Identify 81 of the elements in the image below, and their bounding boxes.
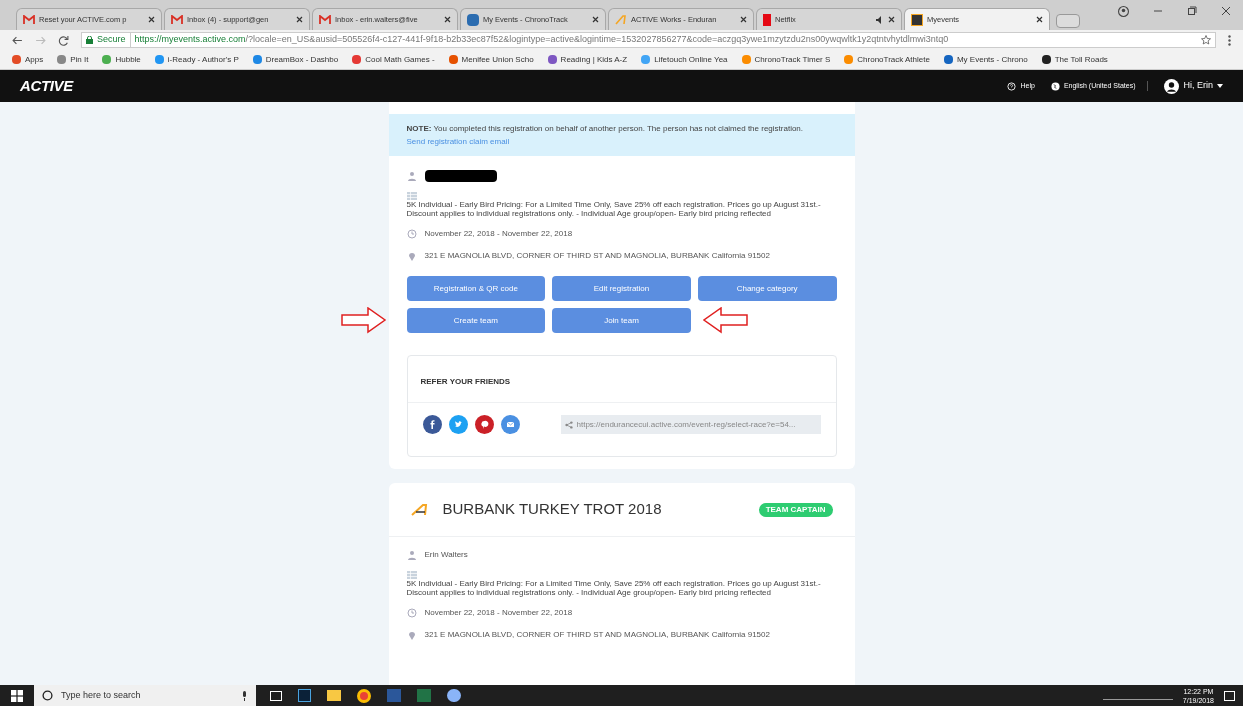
bookmark-item[interactable]: i-Ready - Author's P bbox=[154, 53, 239, 66]
secure-label: Secure bbox=[97, 33, 131, 47]
close-icon[interactable] bbox=[444, 16, 451, 23]
lightroom-icon[interactable] bbox=[298, 689, 311, 702]
note-text: NOTE: You completed this registration on behalf of another person. The person has not claimed the registration. Send registration claim email bbox=[406, 123, 805, 148]
list-icon bbox=[406, 571, 417, 579]
category-description: 5K Individual - Early Bird Pricing: For a Limited Time Only, Save 25% off each registration. Prices go up August 31st.- Discount applies to individual registrations only. - Individual Age group/open- Early bird pricing reflected bbox=[406, 579, 822, 597]
bookmark-item[interactable]: ChronoTrack Athlete bbox=[844, 53, 930, 66]
paint-icon[interactable] bbox=[447, 689, 461, 702]
bookmark-item[interactable]: My Events - Chrono bbox=[943, 53, 1028, 66]
bookmark-item[interactable]: The Toll Roads bbox=[1041, 53, 1108, 66]
event-dates: November 22, 2018 - November 22, 2018 bbox=[424, 228, 573, 240]
chrome-icon[interactable] bbox=[357, 688, 371, 703]
speaker-muted-icon[interactable] bbox=[876, 15, 884, 24]
back-icon bbox=[12, 34, 23, 46]
category-description: 5K Individual - Early Bird Pricing: For a Limited Time Only, Save 25% off each registration. Prices go up August 31st.- Discount applies to individual registrations only. - Individual Age group/open- Early bird pricing reflected bbox=[406, 200, 822, 218]
bookmark-item[interactable]: ChronoTrack Timer S bbox=[741, 53, 831, 66]
lock-icon bbox=[86, 36, 93, 44]
pinterest-icon[interactable] bbox=[474, 415, 494, 434]
notification-icon[interactable] bbox=[1224, 690, 1235, 701]
restore-icon bbox=[1187, 6, 1197, 16]
list-icon bbox=[406, 192, 417, 200]
address-bar[interactable]: Secure https://myevents.active.com/?locale=en_US&ausid=505526f4-c127-441f-9f18-b2b33ec87f52&logintype=active&logintime=1532027856277&code=aczgq3ywe1mzytzdu2ns00ywqwltk1y2qtntvhytdlmwi3ntq0 bbox=[81, 32, 1216, 48]
task-view-icon[interactable] bbox=[270, 690, 282, 701]
help-icon bbox=[1007, 81, 1017, 91]
reload-icon bbox=[58, 34, 69, 46]
event-address: 321 E MAGNOLIA BLVD, CORNER OF THIRD ST AND MAGNOLIA, BURBANK California 91502 bbox=[424, 629, 770, 641]
url-text: https://myevents.active.com/?locale=en_US&ausid=505526f4-c127-441f-9f18-b2b33ec87f52&logintype=active&logintime=1532027856277&code=aczgq3ywe1mzytzdu2ns00ywqwltk1y2qtntvhytdlmwi3ntq0 bbox=[134, 33, 949, 47]
event-title: BURBANK TURKEY TROT 2018 bbox=[442, 499, 662, 520]
cortana-icon bbox=[42, 690, 53, 701]
favicon-icon bbox=[911, 13, 923, 26]
refer-title: REFER YOUR FRIENDS bbox=[420, 377, 511, 386]
close-icon bbox=[1221, 6, 1231, 16]
microphone-icon bbox=[241, 690, 248, 701]
participant-name: Erin Walters bbox=[424, 549, 468, 561]
person-icon bbox=[406, 550, 417, 560]
close-icon[interactable] bbox=[1036, 16, 1043, 23]
logo-icon bbox=[410, 503, 429, 516]
caret-icon bbox=[1217, 84, 1223, 88]
bookmark-item[interactable]: Menifee Union Scho bbox=[448, 53, 534, 66]
facebook-icon[interactable] bbox=[422, 415, 442, 434]
bookmark-item[interactable]: Pin It bbox=[57, 53, 89, 66]
location-pin-icon bbox=[406, 630, 417, 640]
event-address: 321 E MAGNOLIA BLVD, CORNER OF THIRD ST AND MAGNOLIA, BURBANK California 91502 bbox=[424, 250, 770, 262]
close-icon[interactable] bbox=[740, 16, 747, 23]
user-menu[interactable]: Hi, Erin bbox=[1164, 78, 1223, 94]
bookmark-item[interactable]: Cool Math Games - bbox=[352, 53, 435, 66]
close-icon[interactable] bbox=[296, 16, 303, 23]
clock-icon bbox=[406, 608, 417, 618]
clock-icon bbox=[406, 229, 417, 239]
site-logo[interactable]: ACTIVE bbox=[20, 74, 73, 98]
search-placeholder: Type here to search bbox=[61, 688, 142, 702]
avatar-icon bbox=[1164, 78, 1180, 94]
star-icon bbox=[1201, 35, 1211, 45]
role-badge: TEAM CAPTAIN bbox=[758, 502, 833, 517]
taskbar-search-field[interactable]: Type here to search bbox=[34, 685, 256, 706]
forward-icon bbox=[35, 34, 46, 46]
location-pin-icon bbox=[406, 251, 417, 261]
person-icon bbox=[406, 171, 417, 181]
logo-icon bbox=[615, 14, 627, 25]
close-icon[interactable] bbox=[888, 16, 895, 23]
twitter-icon[interactable] bbox=[448, 415, 468, 434]
favicon-icon bbox=[763, 13, 771, 26]
mail-icon bbox=[319, 14, 331, 25]
email-icon[interactable] bbox=[500, 415, 520, 434]
share-icon bbox=[564, 420, 573, 429]
bookmark-item[interactable]: Apps bbox=[12, 53, 44, 66]
windows-icon bbox=[11, 689, 23, 702]
favicon-icon bbox=[467, 13, 479, 26]
bookmark-item[interactable]: DreamBox - Dashbo bbox=[252, 53, 339, 66]
event-dates: November 22, 2018 - November 22, 2018 bbox=[424, 607, 573, 619]
bookmark-item[interactable]: Lifetouch Online Yea bbox=[641, 53, 728, 66]
globe-icon bbox=[1050, 81, 1060, 91]
bookmark-item[interactable]: Reading | Kids A-Z bbox=[547, 53, 628, 66]
bookmark-item[interactable]: Hubble bbox=[102, 53, 141, 66]
mail-icon bbox=[171, 14, 183, 25]
profile-icon bbox=[1118, 5, 1129, 17]
mail-icon bbox=[23, 14, 35, 25]
close-icon[interactable] bbox=[148, 16, 155, 23]
close-icon[interactable] bbox=[592, 16, 599, 23]
menu-icon[interactable] bbox=[1228, 34, 1231, 46]
